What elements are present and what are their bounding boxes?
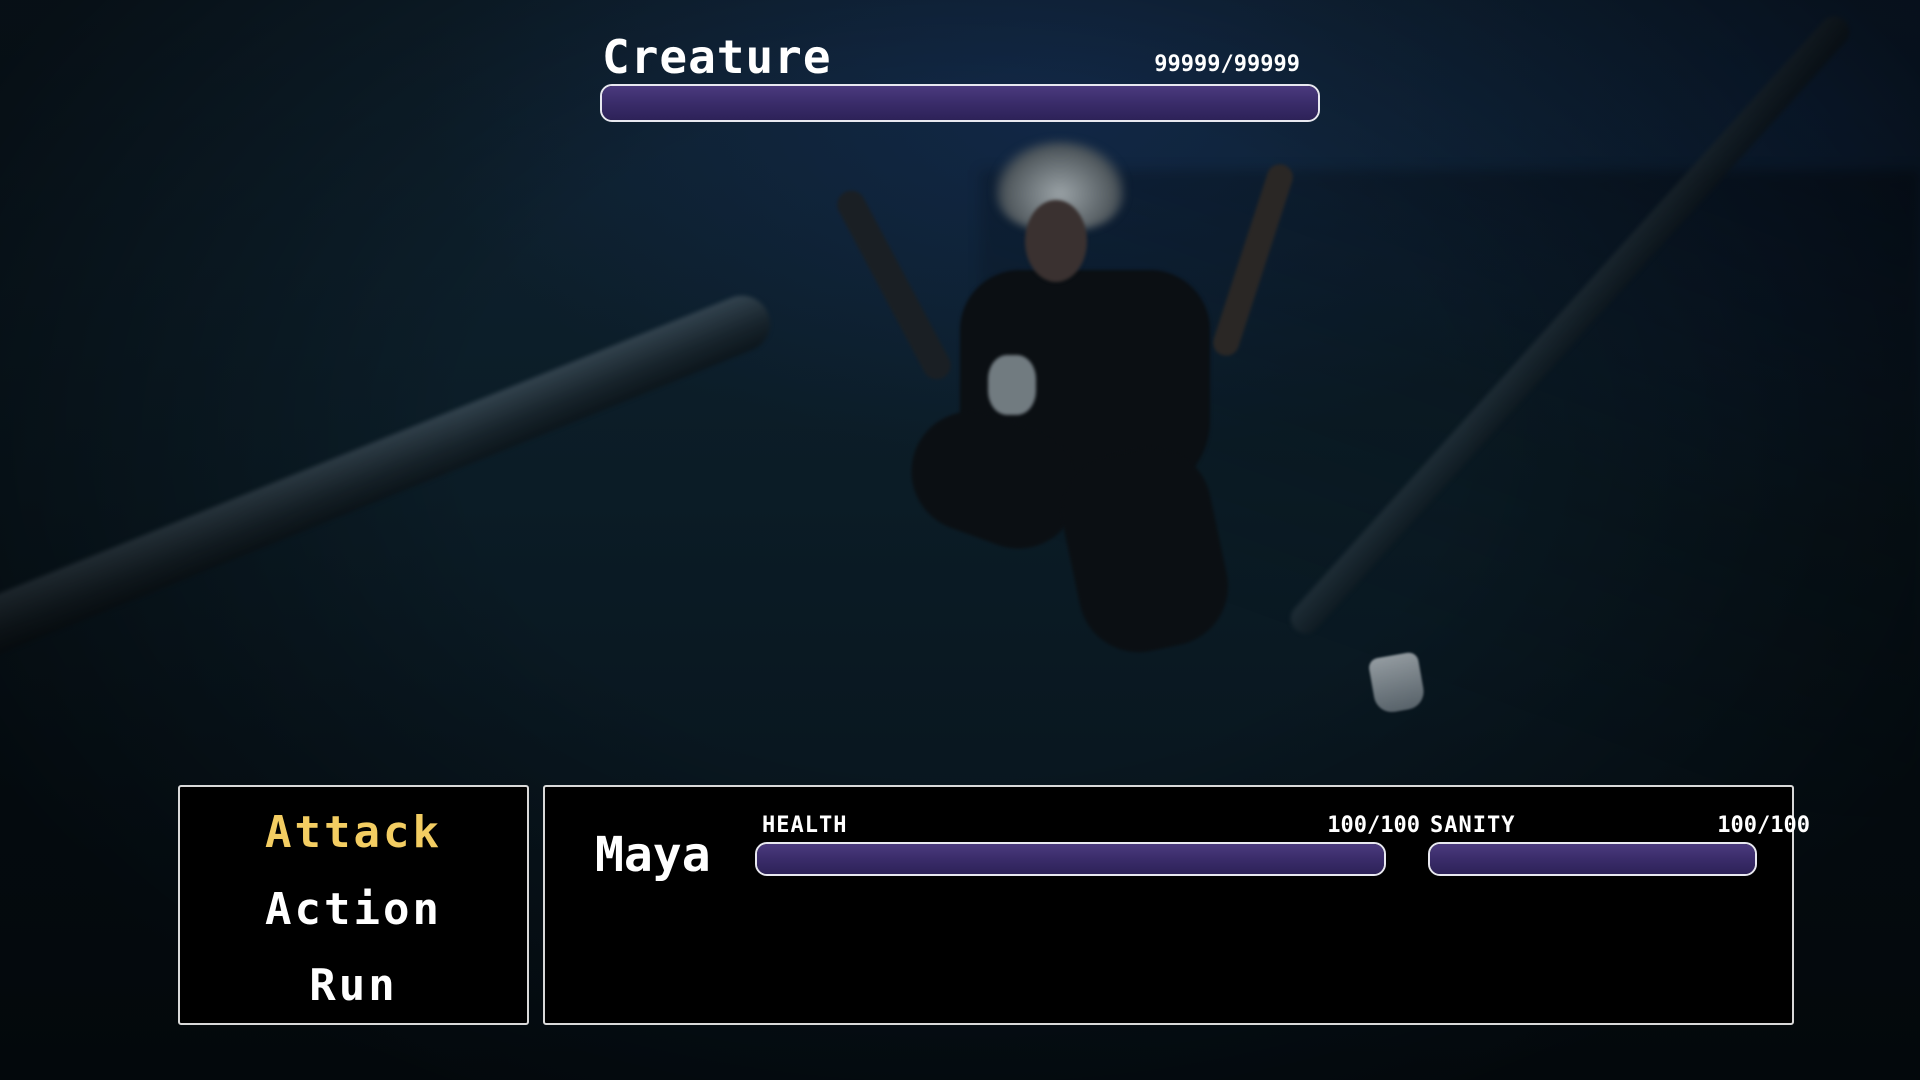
- enemy-hp-value: 99999/99999: [1154, 52, 1300, 77]
- party-status-panel: Maya HEALTH 100/100 SANITY 100/100: [543, 785, 1810, 1025]
- enemy-hp-bar-fill: [602, 86, 1318, 120]
- enemy-hp-bar: [600, 84, 1320, 122]
- enemy-figure-leg-right: [1050, 436, 1240, 664]
- run-command[interactable]: Run: [180, 960, 527, 1011]
- health-bar-fill: [757, 844, 1384, 874]
- battle-screen: Creature 99999/99999 Attack Action Run M…: [0, 0, 1920, 1080]
- health-label: HEALTH: [762, 813, 848, 838]
- action-command[interactable]: Action: [180, 884, 527, 935]
- sanity-label: SANITY: [1430, 813, 1516, 838]
- sanity-bar-fill: [1430, 844, 1755, 874]
- enemy-figure: [820, 120, 1340, 680]
- background-handrail-left: [0, 287, 779, 669]
- enemy-status: Creature 99999/99999: [600, 30, 1320, 125]
- sanity-bar: [1428, 842, 1757, 876]
- attack-command[interactable]: Attack: [180, 807, 527, 858]
- enemy-figure-arm-left: [832, 185, 956, 385]
- health-value: 100/100: [1327, 813, 1420, 838]
- enemy-figure-knee: [988, 355, 1036, 415]
- command-menu: Attack Action Run: [178, 785, 529, 1025]
- health-bar: [755, 842, 1386, 876]
- enemy-figure-head: [1025, 200, 1087, 282]
- sanity-value: 100/100: [1717, 813, 1810, 838]
- character-name: Maya: [595, 827, 711, 883]
- enemy-name: Creature: [602, 30, 832, 84]
- enemy-figure-arm-right: [1209, 160, 1297, 360]
